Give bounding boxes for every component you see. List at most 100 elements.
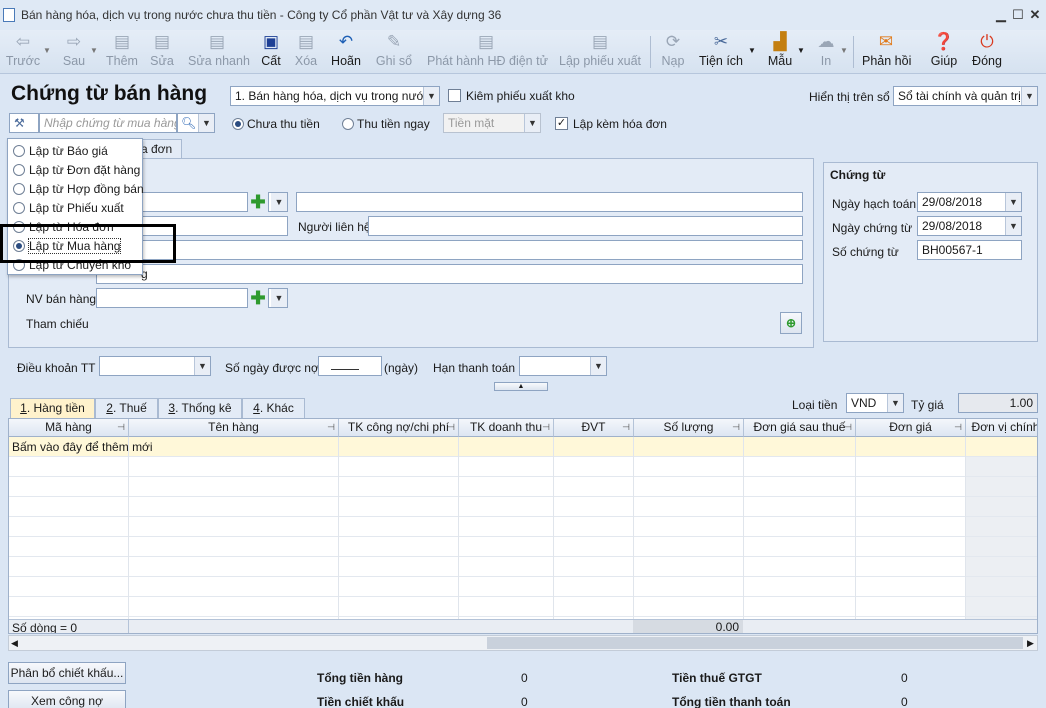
posting-date-input[interactable]: 29/08/2018 ▼ <box>917 192 1022 212</box>
quick-edit-button[interactable]: ▤ Sửa nhanh <box>188 32 250 72</box>
add-row[interactable]: Bấm vào đây để thêm mới <box>9 437 1037 457</box>
template-button[interactable]: ▟ Mẫu <box>766 32 794 72</box>
voucher-date-input[interactable]: 29/08/2018 ▼ <box>917 216 1022 236</box>
pin-icon[interactable]: ⊣ <box>844 419 852 436</box>
table-row[interactable] <box>9 557 1037 577</box>
table-row[interactable] <box>9 517 1037 537</box>
paid-now-radio[interactable] <box>342 118 354 130</box>
show-on-select[interactable]: Sổ tài chính và quản trị ▼ <box>893 86 1038 106</box>
credit-days-input[interactable] <box>318 356 382 376</box>
customer-name-input[interactable] <box>296 192 803 212</box>
chevron-down-icon[interactable]: ▼ <box>90 46 98 55</box>
currency-select[interactable]: VND ▼ <box>846 393 904 413</box>
chevron-down-icon[interactable]: ▼ <box>840 46 848 55</box>
exchange-rate-input[interactable]: 1.00 <box>958 393 1038 413</box>
help-button[interactable]: ❓ Giúp <box>930 32 958 72</box>
create-delivery-button[interactable]: ▤ Lập phiếu xuất <box>559 32 641 72</box>
column-header[interactable]: Đơn vị chính <box>966 419 1037 437</box>
chevron-down-icon[interactable]: ▼ <box>43 46 51 55</box>
payment-terms-select[interactable]: ▼ <box>99 356 211 376</box>
table-row[interactable] <box>9 457 1037 477</box>
close-window-button[interactable]: ✕ <box>1027 7 1043 23</box>
table-row[interactable] <box>9 577 1037 597</box>
tab-other[interactable]: 4. Khác <box>242 398 305 418</box>
tools-dropdown-button[interactable]: ⚒ <box>9 113 39 133</box>
delete-button[interactable]: ▤ Xóa <box>293 32 319 72</box>
column-header[interactable]: ĐVT ⊣ <box>554 419 634 437</box>
post-button[interactable]: ✎ Ghi sổ <box>374 32 414 72</box>
tax-code-input[interactable] <box>96 240 803 260</box>
pin-icon[interactable]: ⊣ <box>117 419 125 436</box>
column-header[interactable]: Số lượng ⊣ <box>634 419 744 437</box>
table-row[interactable] <box>9 477 1037 497</box>
credit-days-unit: (ngày) <box>384 361 419 375</box>
unpaid-radio[interactable] <box>232 118 244 130</box>
chevron-down-icon[interactable]: ▼ <box>797 46 805 55</box>
voucher-no-input[interactable]: BH00567-1 <box>917 240 1022 260</box>
chevron-down-icon[interactable]: ▼ <box>748 46 756 55</box>
with-invoice-checkbox[interactable]: ✓ <box>555 117 568 130</box>
add-icon[interactable]: ✚ <box>250 193 266 211</box>
back-button[interactable]: ⇦ Trước <box>4 32 42 72</box>
scroll-left-icon[interactable]: ◀ <box>11 636 18 650</box>
salesperson-input[interactable] <box>96 288 248 308</box>
floppy-disk-icon: ▣ <box>262 32 280 51</box>
feedback-button[interactable]: ✉ Phản hồi <box>862 32 911 72</box>
sale-type-select[interactable]: 1. Bán hàng hóa, dịch vụ trong nước ▼ <box>230 86 440 106</box>
column-header[interactable]: TK công nợ/chi phí ⊣ <box>339 419 459 437</box>
description-input[interactable]: g <box>96 264 803 284</box>
menu-item-from-delivery[interactable]: Lập từ Phiếu xuất <box>8 199 142 218</box>
menu-item-from-quote[interactable]: Lập từ Báo giá <box>8 142 142 161</box>
table-row[interactable] <box>9 497 1037 517</box>
einvoice-icon: ▤ <box>477 32 495 51</box>
pin-icon[interactable]: ⊣ <box>622 419 630 436</box>
print-button[interactable]: ☁ In <box>815 32 837 72</box>
tab-statistics[interactable]: 3. Thống kê <box>158 398 242 418</box>
add-icon[interactable]: ✚ <box>250 289 266 307</box>
edit-button[interactable]: ▤ Sửa <box>146 32 178 72</box>
radio-icon <box>13 145 25 157</box>
table-row[interactable] <box>9 597 1037 617</box>
menu-item-from-contract[interactable]: Lập từ Hợp đồng bán <box>8 180 144 199</box>
tab-tax[interactable]: 2. Thuế <box>95 398 158 418</box>
load-button[interactable]: ⟳ Nạp <box>659 32 687 72</box>
column-header[interactable]: Mã hàng ⊣ <box>9 419 129 437</box>
column-header[interactable]: TK doanh thu ⊣ <box>459 419 554 437</box>
utilities-button[interactable]: ✂ Tiện ích <box>699 32 743 72</box>
table-row[interactable] <box>9 537 1037 557</box>
add-reference-button[interactable]: ⊕ <box>780 312 802 334</box>
menu-item-from-order[interactable]: Lập từ Đơn đặt hàng <box>8 161 142 180</box>
issue-einvoice-button[interactable]: ▤ Phát hành HĐ điện tử <box>427 32 548 72</box>
customer-dropdown[interactable]: ▼ <box>268 192 288 212</box>
column-header[interactable]: Đơn giá ⊣ <box>856 419 966 437</box>
contact-input[interactable] <box>368 216 803 236</box>
collapse-button[interactable]: ▲ <box>494 382 548 391</box>
pin-icon[interactable]: ⊣ <box>327 419 335 436</box>
contact-label: Người liên hệ <box>298 220 371 234</box>
view-debt-button[interactable]: Xem công nợ <box>8 690 126 708</box>
add-button[interactable]: ▤ Thêm <box>104 32 140 72</box>
maximize-button[interactable]: ☐ <box>1010 7 1026 23</box>
discount-allocation-button[interactable]: Phân bổ chiết khấu... <box>8 662 126 684</box>
next-button[interactable]: ⇨ Sau <box>56 32 92 72</box>
undo-button[interactable]: ↶ Hoãn <box>329 32 363 72</box>
pin-icon[interactable]: ⊣ <box>732 419 740 436</box>
tab-goods[interactable]: 1. Hàng tiền <box>10 398 95 418</box>
column-header[interactable]: Tên hàng ⊣ <box>129 419 339 437</box>
horizontal-scrollbar[interactable]: ◀ ▶ <box>8 635 1038 651</box>
scroll-right-icon[interactable]: ▶ <box>1027 636 1034 650</box>
minimize-button[interactable]: ▁ <box>993 7 1009 23</box>
pin-icon[interactable]: ⊣ <box>542 419 550 436</box>
pin-icon[interactable]: ⊣ <box>954 419 962 436</box>
salesperson-dropdown[interactable]: ▼ <box>268 288 288 308</box>
voucher-search-input[interactable]: Nhập chứng từ mua hàng <box>39 113 177 133</box>
column-header[interactable]: Đơn giá sau thuế ⊣ <box>744 419 856 437</box>
pin-icon[interactable]: ⊣ <box>447 419 455 436</box>
save-button[interactable]: ▣ Cất <box>258 32 284 72</box>
close-button[interactable]: ⏻ Đóng <box>971 32 1003 72</box>
payment-method-select[interactable]: Tiền mặt ▼ <box>443 113 541 133</box>
delivery-checkbox[interactable] <box>448 89 461 102</box>
due-date-input[interactable]: ▼ <box>519 356 607 376</box>
search-button[interactable]: 🔍︎ ▼ <box>177 113 215 133</box>
scrollbar-thumb[interactable] <box>487 637 1023 649</box>
